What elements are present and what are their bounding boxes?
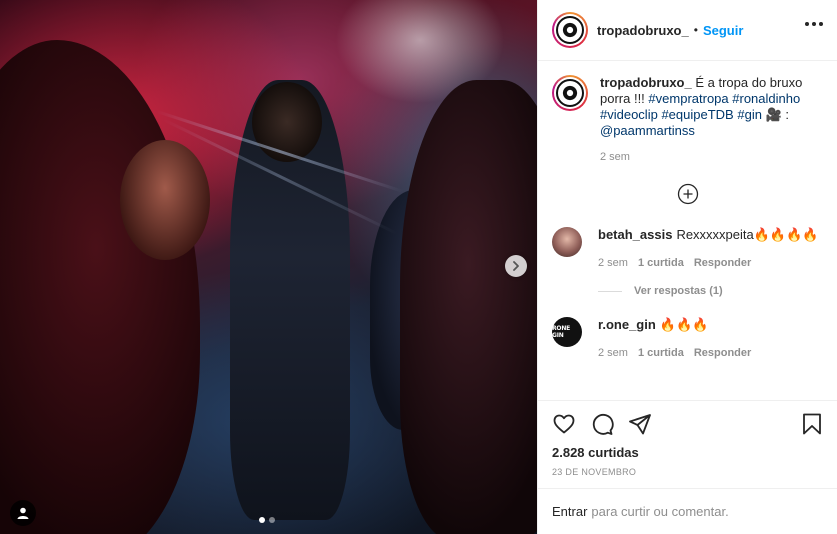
follow-button[interactable]: Seguir [703,23,743,38]
caption-text: tropadobruxo_ É a tropa do bruxo porra !… [600,75,830,139]
avatar[interactable] [552,227,582,257]
photo-figure-right [400,80,537,534]
comment-text: 🔥🔥🔥 [659,317,709,332]
add-comment-prompt: para curtir ou comentar. [591,504,729,519]
hashtag[interactable]: #vempratropa [648,91,728,106]
carousel-dot [269,517,275,523]
caption: tropadobruxo_ É a tropa do bruxo porra !… [552,75,823,163]
comment-text: Rexxxxxpeita🔥🔥🔥🔥 [676,227,819,242]
caption-time: 2 sem [600,151,630,163]
save-bookmark-icon[interactable] [800,412,824,436]
hashtag[interactable]: #ronaldinho [732,91,800,106]
photo-figure-head [252,82,322,162]
hashtag[interactable]: #equipeTDB [661,107,733,122]
hashtag[interactable]: #videoclip [600,107,658,122]
user-tag-icon [17,507,29,519]
load-more-plus-icon [677,183,698,205]
reply-button[interactable]: Responder [694,257,751,269]
avatar[interactable] [552,12,588,48]
avatar-logo-text: RONE GIN [552,325,571,339]
credit-mention[interactable]: @paammartinss [600,123,695,138]
post-date: 23 DE NOVEMBRO [552,467,637,477]
comment-likes[interactable]: 1 curtida [638,257,684,269]
more-icon[interactable] [805,22,823,26]
carousel-dot-active [259,517,265,523]
share-icon[interactable] [628,412,652,436]
likes-count[interactable]: 2.828 curtidas [552,445,824,460]
post-header: tropadobruxo_ • Seguir [538,0,837,61]
credit-prefix: 🎥 : [765,107,789,122]
avatar[interactable] [552,75,588,111]
header-username[interactable]: tropadobruxo_ [597,23,689,38]
add-comment-bar: Entrar para curtir ou comentar. [538,488,837,534]
next-arrow-icon [513,261,519,271]
comment-username[interactable]: r.one_gin [598,317,656,332]
comment-username[interactable]: betah_assis [598,227,672,242]
hashtag[interactable]: #gin [737,107,762,122]
avatar[interactable]: RONE GIN [552,317,582,347]
heart-icon[interactable] [552,412,576,436]
comment-icon[interactable] [590,412,614,436]
view-replies-label: Ver respostas (1) [634,285,723,297]
comment-item: betah_assis Rexxxxxpeita🔥🔥🔥🔥 2 sem 1 curt… [552,227,823,269]
comment-time: 2 sem [598,347,628,359]
load-more-comments-button[interactable] [552,183,823,205]
comment-time: 2 sem [598,257,628,269]
view-replies-button[interactable]: Ver respostas (1) [598,285,823,297]
reply-button[interactable]: Responder [694,347,751,359]
post-side-panel: tropadobruxo_ • Seguir tropadobruxo_ É a… [537,0,837,534]
post-media[interactable] [0,0,537,534]
divider [598,290,622,292]
carousel-next-button[interactable] [505,255,527,277]
comment-likes[interactable]: 1 curtida [638,347,684,359]
caption-username[interactable]: tropadobruxo_ [600,75,692,90]
photo-figure-woman [120,140,210,260]
login-link[interactable]: Entrar [552,504,587,519]
separator-dot: • [693,23,698,37]
carousel-indicator [259,517,275,523]
comment-item: RONE GIN r.one_gin 🔥🔥🔥 2 sem 1 curtida Re… [552,317,823,359]
user-tag-button[interactable] [10,500,36,526]
post-actions: 2.828 curtidas 23 DE NOVEMBRO [538,400,837,477]
comments-section: tropadobruxo_ É a tropa do bruxo porra !… [538,61,837,401]
